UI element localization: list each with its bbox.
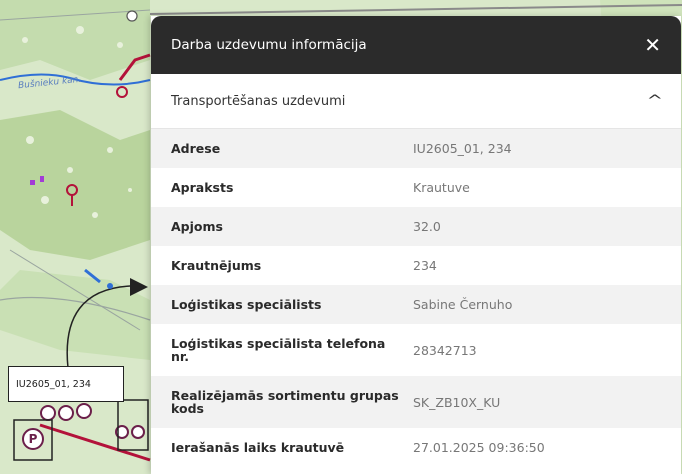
detail-label: Ierašanās laiks krautuvē [171, 439, 345, 455]
chevron-up-icon[interactable]: ^ [647, 93, 663, 109]
detail-row-description: Apraksts Krautuve [151, 168, 681, 207]
detail-row-volume: Apjoms 32.0 [151, 207, 681, 246]
detail-row-arrival-time: Ierašanās laiks krautuvē 27.01.2025 09:3… [151, 428, 681, 467]
detail-label: Apjoms [171, 218, 223, 234]
detail-value: Sabine Černuho [413, 297, 513, 312]
detail-value: Krautuve [413, 180, 470, 195]
details-list: Adrese IU2605_01, 234 Apraksts Krautuve … [151, 129, 681, 467]
detail-value: IU2605_01, 234 [413, 141, 512, 156]
close-icon[interactable]: ✕ [644, 35, 661, 55]
detail-row-address: Adrese IU2605_01, 234 [151, 129, 681, 168]
detail-value: 27.01.2025 09:36:50 [413, 440, 545, 455]
detail-label: Realizējamās sortimentu grupas kods [171, 387, 399, 416]
panel-title: Darba uzdevumu informācija [171, 37, 367, 53]
panel-header: Darba uzdevumu informācija ✕ [151, 16, 681, 74]
detail-value: 234 [413, 258, 437, 273]
marker-callout[interactable]: IU2605_01, 234 [8, 366, 124, 402]
detail-value: 32.0 [413, 219, 441, 234]
detail-label: Apraksts [171, 179, 234, 195]
detail-value: SK_ZB10X_KU [413, 394, 501, 410]
detail-row-specialist-phone: Loģistikas speciālista telefona nr. 2834… [151, 324, 681, 376]
parking-icon[interactable]: P [22, 428, 44, 450]
detail-label: Loģistikas speciālists [171, 296, 322, 312]
detail-label: Loģistikas speciālista telefona nr. [171, 335, 386, 364]
detail-label: Krautnējums [171, 257, 262, 273]
detail-row-assortment-code: Realizējamās sortimentu grupas kods SK_Z… [151, 376, 681, 428]
callout-label: IU2605_01, 234 [16, 378, 91, 390]
detail-label: Adrese [171, 140, 221, 156]
section-transport-tasks[interactable]: Transportēšanas uzdevumi ^ [151, 74, 681, 129]
detail-row-stack: Krautnējums 234 [151, 246, 681, 285]
section-title: Transportēšanas uzdevumi [171, 93, 346, 109]
detail-row-logistics-specialist: Loģistikas speciālists Sabine Černuho [151, 285, 681, 324]
detail-value: 28342713 [413, 342, 477, 358]
parking-label: P [28, 432, 38, 446]
task-info-panel: Darba uzdevumu informācija ✕ Transportēš… [151, 16, 681, 474]
